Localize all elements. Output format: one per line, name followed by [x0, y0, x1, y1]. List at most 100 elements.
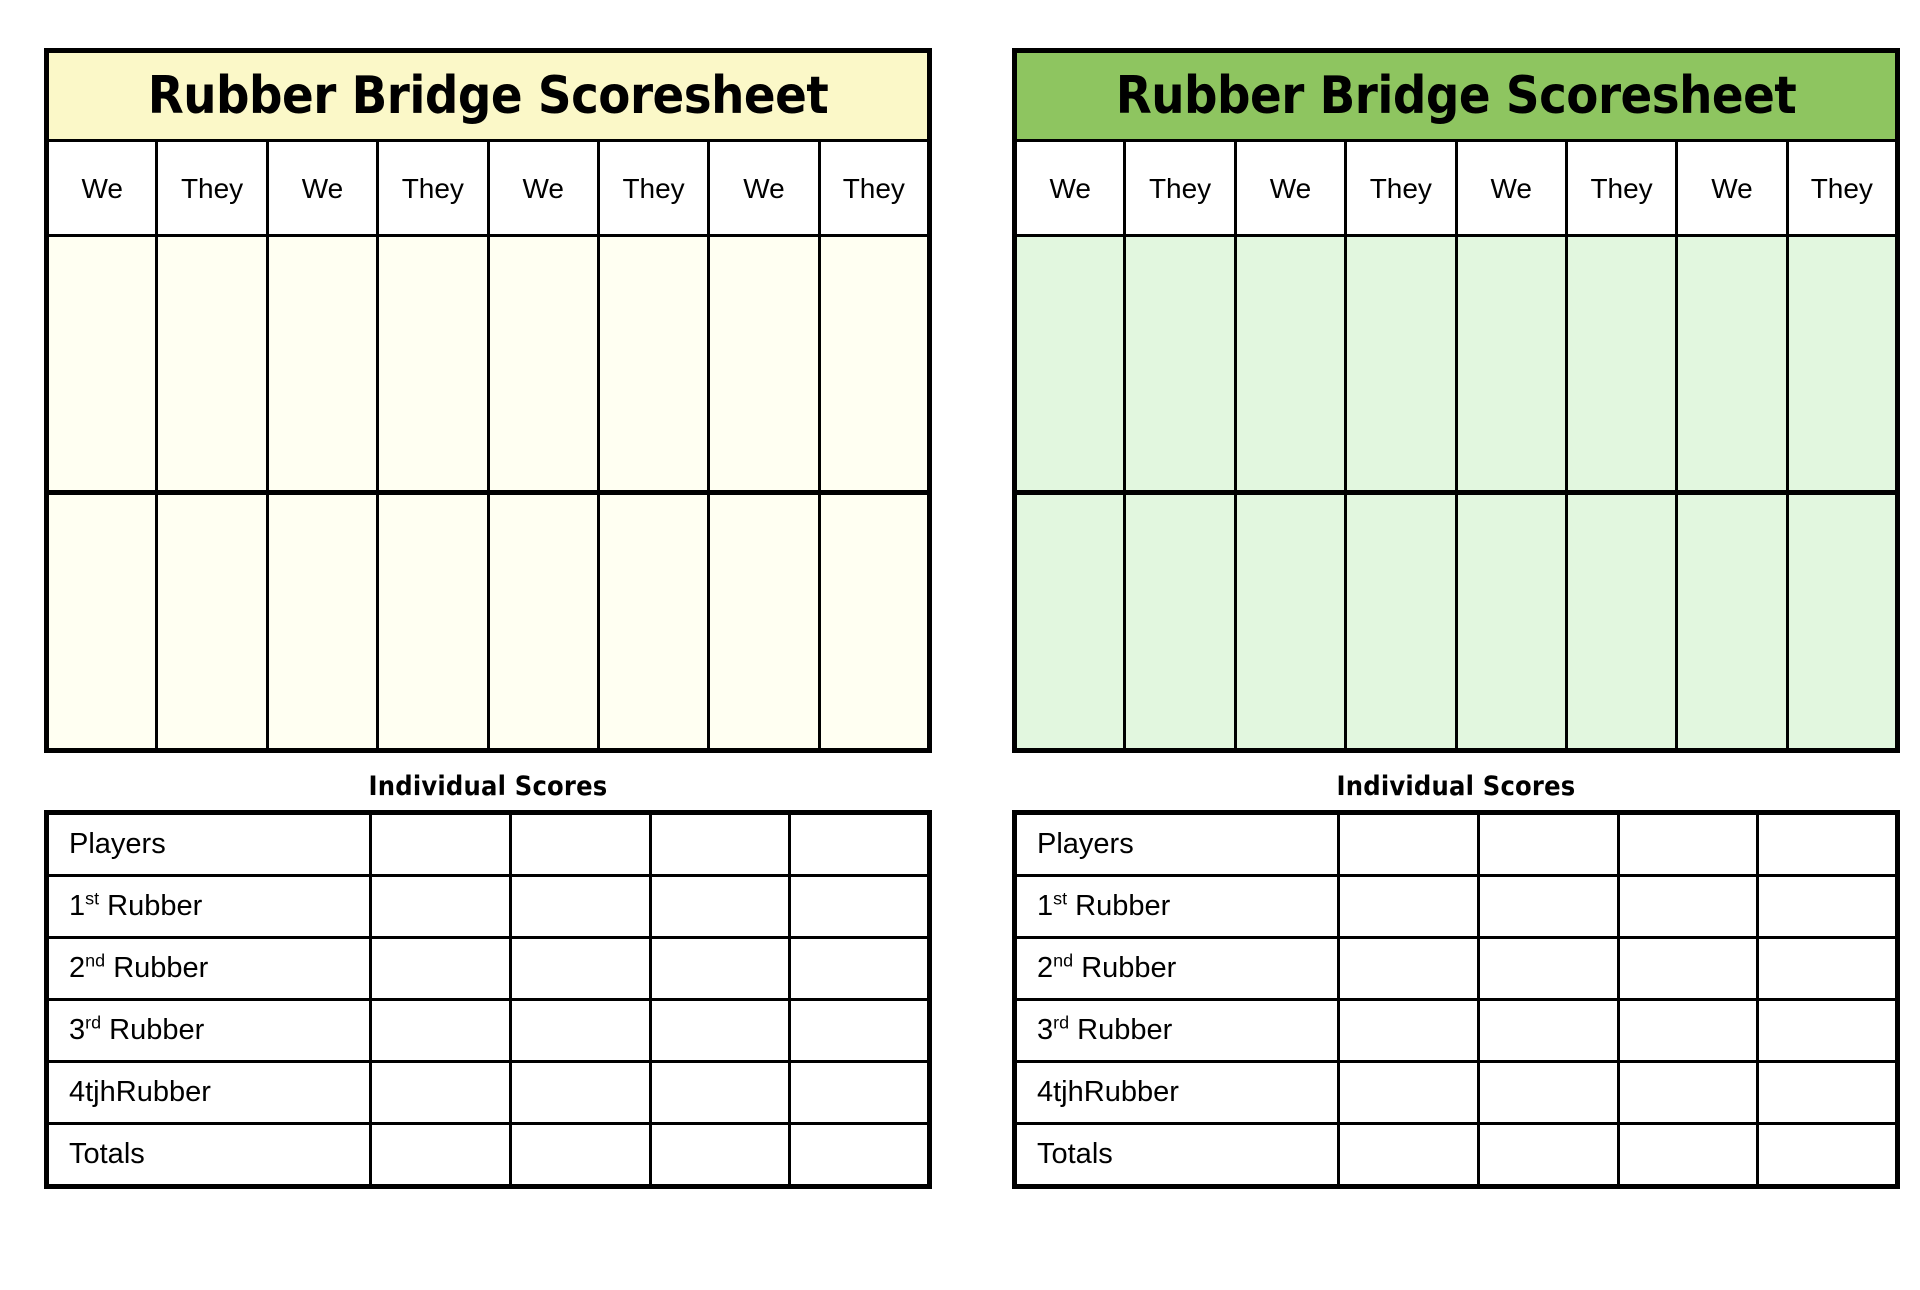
- player-cell[interactable]: [1756, 998, 1898, 1063]
- score-cell[interactable]: [707, 490, 821, 752]
- player-cell[interactable]: [788, 936, 930, 1001]
- player-cell[interactable]: [1756, 936, 1898, 1001]
- player-cell[interactable]: [1476, 1060, 1620, 1125]
- col-header-they-4: They: [1785, 139, 1898, 237]
- player-cell[interactable]: [369, 936, 512, 1001]
- score-cell[interactable]: [265, 490, 380, 752]
- player-cell[interactable]: [1337, 1060, 1480, 1125]
- player-cell[interactable]: [788, 998, 930, 1063]
- player-cell[interactable]: [1616, 874, 1760, 939]
- score-cell[interactable]: [1454, 490, 1568, 752]
- score-cell[interactable]: [376, 490, 490, 752]
- row-label-rubber-2: 2nd Rubber: [1014, 936, 1341, 1001]
- player-cell[interactable]: [508, 936, 652, 1001]
- player-cell[interactable]: [1476, 812, 1620, 877]
- table-row: Players: [1014, 812, 1898, 877]
- player-cell[interactable]: [1476, 874, 1620, 939]
- score-cell[interactable]: [46, 234, 159, 494]
- row-label-text: Players: [1037, 828, 1134, 860]
- player-cell[interactable]: [1337, 936, 1480, 1001]
- score-cell[interactable]: [596, 490, 711, 752]
- player-cell[interactable]: [788, 1060, 930, 1125]
- score-cell[interactable]: [1785, 490, 1898, 752]
- score-cell[interactable]: [1014, 234, 1127, 494]
- total-cell[interactable]: [369, 1122, 512, 1187]
- total-cell[interactable]: [508, 1122, 652, 1187]
- player-cell[interactable]: [648, 998, 792, 1063]
- total-cell[interactable]: [648, 1122, 792, 1187]
- player-cell[interactable]: [648, 1060, 792, 1125]
- table-row: 3rd Rubber: [46, 998, 930, 1063]
- score-cell[interactable]: [817, 490, 930, 752]
- score-cell[interactable]: [265, 234, 380, 494]
- row-label-rubber-2: 2nd Rubber: [46, 936, 373, 1001]
- score-cell[interactable]: [1344, 234, 1458, 494]
- player-cell[interactable]: [1616, 936, 1760, 1001]
- score-cell[interactable]: [1123, 490, 1237, 752]
- player-cell[interactable]: [1616, 812, 1760, 877]
- score-cell[interactable]: [1233, 490, 1348, 752]
- score-cell[interactable]: [817, 234, 930, 494]
- score-cell[interactable]: [486, 234, 600, 494]
- row-label-text: 2: [69, 952, 86, 984]
- score-cell[interactable]: [1675, 234, 1789, 494]
- scoresheet-green: Rubber Bridge Scoresheet We They We They…: [1012, 48, 1900, 1189]
- player-cell[interactable]: [1616, 998, 1760, 1063]
- player-cell[interactable]: [788, 874, 930, 939]
- score-cell[interactable]: [707, 234, 821, 494]
- total-cell[interactable]: [1476, 1122, 1620, 1187]
- score-cell[interactable]: [376, 234, 490, 494]
- score-cell[interactable]: [46, 490, 159, 752]
- total-cell[interactable]: [1337, 1122, 1480, 1187]
- player-cell[interactable]: [508, 998, 652, 1063]
- row-label-ordinal-suffix: nd: [85, 950, 106, 971]
- row-label-ordinal-suffix: st: [1053, 888, 1068, 909]
- title-row: Rubber Bridge Scoresheet: [1013, 49, 1899, 142]
- total-cell[interactable]: [1756, 1122, 1898, 1187]
- player-cell[interactable]: [1337, 812, 1480, 877]
- total-cell[interactable]: [1616, 1122, 1760, 1187]
- row-label-text: Totals: [69, 1138, 145, 1170]
- player-cell[interactable]: [788, 812, 930, 877]
- row-label-tail: Rubber: [99, 890, 203, 922]
- score-cell[interactable]: [1344, 490, 1458, 752]
- score-grid-green: Rubber Bridge Scoresheet We They We They…: [1012, 48, 1900, 753]
- player-cell[interactable]: [648, 812, 792, 877]
- player-cell[interactable]: [1476, 998, 1620, 1063]
- player-cell[interactable]: [508, 812, 652, 877]
- row-label-text: 4tjhRubber: [1037, 1076, 1179, 1108]
- player-cell[interactable]: [369, 1060, 512, 1125]
- score-cell[interactable]: [1123, 234, 1237, 494]
- score-cell[interactable]: [1564, 234, 1679, 494]
- player-cell[interactable]: [369, 874, 512, 939]
- player-cell[interactable]: [1756, 874, 1898, 939]
- player-cell[interactable]: [508, 874, 652, 939]
- player-cell[interactable]: [508, 1060, 652, 1125]
- scoresheet-yellow: Rubber Bridge Scoresheet We They We They…: [44, 48, 932, 1189]
- player-cell[interactable]: [1337, 998, 1480, 1063]
- player-cell[interactable]: [1756, 1060, 1898, 1125]
- score-cell[interactable]: [486, 490, 600, 752]
- table-row: Totals: [46, 1122, 930, 1187]
- row-label-rubber-4: 4tjhRubber: [46, 1060, 373, 1125]
- total-cell[interactable]: [788, 1122, 930, 1187]
- player-cell[interactable]: [1616, 1060, 1760, 1125]
- score-cell[interactable]: [1564, 490, 1679, 752]
- row-label-tail: Rubber: [1069, 1014, 1173, 1046]
- player-cell[interactable]: [1337, 874, 1480, 939]
- score-cell[interactable]: [1454, 234, 1568, 494]
- player-cell[interactable]: [648, 874, 792, 939]
- score-cell[interactable]: [1014, 490, 1127, 752]
- player-cell[interactable]: [369, 998, 512, 1063]
- player-cell[interactable]: [369, 812, 512, 877]
- score-cell[interactable]: [1233, 234, 1348, 494]
- score-cell[interactable]: [155, 234, 269, 494]
- score-cell[interactable]: [596, 234, 711, 494]
- score-cell[interactable]: [155, 490, 269, 752]
- score-cell[interactable]: [1675, 490, 1789, 752]
- player-cell[interactable]: [1756, 812, 1898, 877]
- player-cell[interactable]: [648, 936, 792, 1001]
- player-cell[interactable]: [1476, 936, 1620, 1001]
- score-cell[interactable]: [1785, 234, 1898, 494]
- col-header-they-1: They: [1123, 139, 1237, 237]
